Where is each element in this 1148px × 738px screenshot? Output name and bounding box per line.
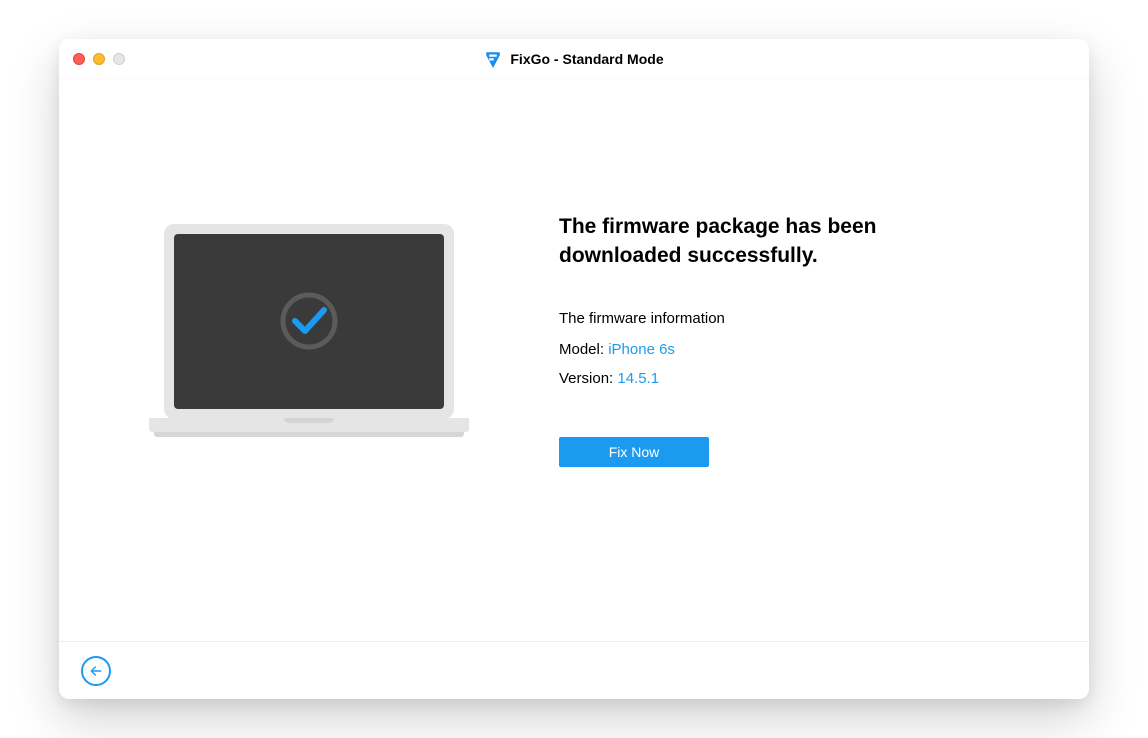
back-button[interactable] bbox=[81, 656, 111, 686]
main-content: The firmware package has been downloaded… bbox=[59, 79, 1089, 641]
model-value: iPhone 6s bbox=[608, 341, 675, 358]
window-controls bbox=[73, 53, 125, 65]
version-row: Version: 14.5.1 bbox=[559, 370, 999, 387]
info-panel: The firmware package has been downloaded… bbox=[559, 193, 999, 467]
minimize-window-button[interactable] bbox=[93, 53, 105, 65]
version-value: 14.5.1 bbox=[617, 370, 659, 387]
model-label: Model: bbox=[559, 341, 604, 358]
laptop-illustration bbox=[149, 224, 469, 437]
arrow-left-icon bbox=[88, 663, 104, 679]
title-wrap: FixGo - Standard Mode bbox=[484, 50, 663, 68]
fix-now-button-label: Fix Now bbox=[609, 444, 660, 460]
laptop-base bbox=[149, 418, 469, 432]
laptop-screen-icon bbox=[164, 224, 454, 419]
firmware-info-heading: The firmware information bbox=[559, 310, 999, 327]
version-label: Version: bbox=[559, 370, 613, 387]
window-title: FixGo - Standard Mode bbox=[510, 51, 663, 67]
status-heading: The firmware package has been downloaded… bbox=[559, 213, 999, 270]
model-row: Model: iPhone 6s bbox=[559, 341, 999, 358]
app-window: FixGo - Standard Mode The firmware packa… bbox=[59, 39, 1089, 699]
close-window-button[interactable] bbox=[73, 53, 85, 65]
fix-now-button[interactable]: Fix Now bbox=[559, 437, 709, 467]
app-logo-icon bbox=[484, 50, 502, 68]
titlebar: FixGo - Standard Mode bbox=[59, 39, 1089, 79]
maximize-window-button bbox=[113, 53, 125, 65]
footer bbox=[59, 641, 1089, 699]
